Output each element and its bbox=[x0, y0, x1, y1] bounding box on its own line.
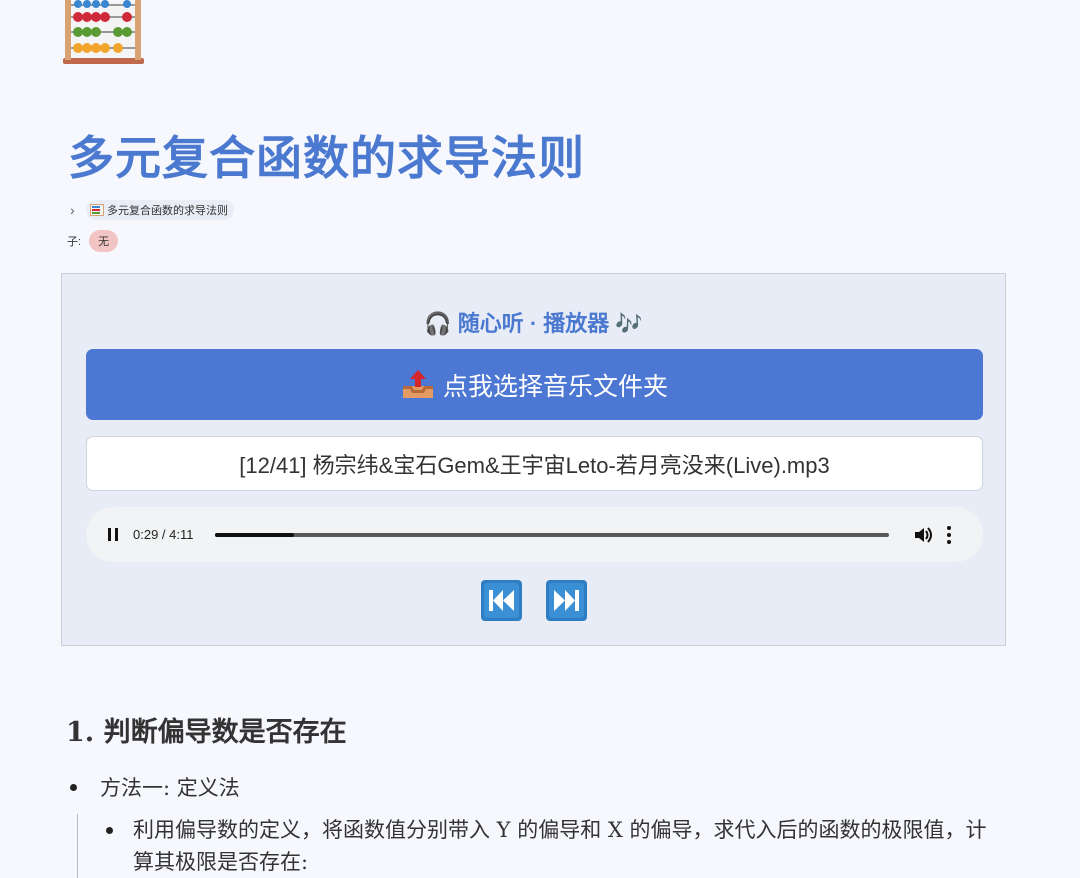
abacus-icon bbox=[63, 0, 144, 64]
seek-bar[interactable] bbox=[215, 532, 890, 537]
breadcrumb-item[interactable]: 多元复合函数的求导法则 bbox=[86, 200, 234, 220]
player-title: 🎧 随心听 · 播放器 🎶 bbox=[424, 311, 643, 336]
track-navigation bbox=[62, 580, 1005, 621]
pause-icon[interactable] bbox=[108, 528, 118, 541]
nested-list: 利用偏导数的定义，将函数值分别带入 Y 的偏导和 X 的偏导，求代入后的函数的极… bbox=[77, 814, 1036, 878]
upload-tray-icon bbox=[402, 369, 433, 398]
chevron-right-icon[interactable]: › bbox=[70, 202, 80, 218]
volume-icon[interactable] bbox=[913, 525, 933, 545]
list-item: 利用偏导数的定义，将函数值分别带入 Y 的偏导和 X 的偏导，求代入后的函数的极… bbox=[106, 814, 1036, 878]
seek-progress bbox=[215, 532, 294, 537]
previous-track-button[interactable] bbox=[480, 580, 522, 621]
bullet-icon bbox=[70, 783, 77, 791]
bullet-icon bbox=[106, 827, 113, 834]
more-options-icon[interactable] bbox=[947, 525, 952, 544]
select-folder-button[interactable]: 点我选择音乐文件夹 bbox=[86, 349, 983, 420]
children-value-pill[interactable]: 无 bbox=[89, 230, 119, 252]
children-row: 子: 无 bbox=[67, 230, 119, 252]
breadcrumb-label: 多元复合函数的求导法则 bbox=[107, 205, 228, 217]
track-name: [12/41] 杨宗纬&宝石Gem&王宇宙Leto-若月亮没来(Live).mp… bbox=[86, 436, 983, 491]
breadcrumb: › 多元复合函数的求导法则 bbox=[70, 199, 234, 221]
time-display: 0:29 / 4:11 bbox=[133, 527, 194, 542]
content-list: 方法一: 定义法 利用偏导数的定义，将函数值分别带入 Y 的偏导和 X 的偏导，… bbox=[70, 770, 987, 878]
audio-controls: 0:29 / 4:11 bbox=[86, 507, 983, 562]
children-label: 子: bbox=[67, 236, 82, 248]
list-item: 方法一: 定义法 bbox=[70, 770, 240, 804]
abacus-icon bbox=[90, 204, 104, 216]
list-item-text: 利用偏导数的定义，将函数值分别带入 Y 的偏导和 X 的偏导，求代入后的函数的极… bbox=[133, 818, 987, 874]
next-track-button[interactable] bbox=[545, 580, 587, 621]
page-title: 多元复合函数的求导法则 bbox=[68, 131, 585, 185]
music-player: 🎧 随心听 · 播放器 🎶 点我选择音乐文件夹 [12/41] 杨宗纬&宝石Ge… bbox=[61, 273, 1006, 646]
list-item-text: 方法一: 定义法 bbox=[100, 776, 240, 800]
section-heading: 1. 判断偏导数是否存在 bbox=[66, 717, 347, 748]
select-folder-label: 点我选择音乐文件夹 bbox=[442, 372, 668, 401]
